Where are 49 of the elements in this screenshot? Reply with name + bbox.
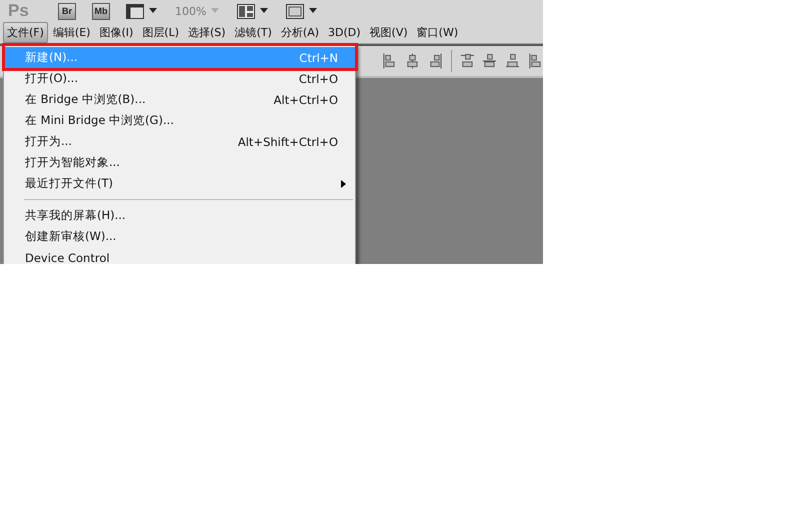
menu[interactable]: 视图(V) [366,22,412,43]
app-logo: Ps [8,1,30,21]
caret-icon [211,8,220,14]
menu-item[interactable]: 共享我的屏幕(H)... [4,205,355,226]
menu-item-label: 在 Bridge 中浏览(B)... [25,92,147,107]
menu[interactable]: 滤镜(T) [230,22,276,43]
menu[interactable]: 选择(S) [184,22,230,43]
menu-item-label: 在 Mini Bridge 中浏览(G)... [25,113,175,128]
menu[interactable]: 图像(I) [95,22,138,43]
menu-item[interactable]: 打开为... Alt+Shift+Ctrl+O [4,131,355,152]
menu[interactable]: 窗口(W) [412,22,462,43]
layout-icon[interactable] [237,4,256,18]
align-icon [460,52,474,70]
menu-item-label: 创建新审核(W)... [25,229,118,244]
menu[interactable]: 文件(F) [3,22,48,43]
menu[interactable]: 3D(D) [324,23,365,42]
menu-item-label: 打开为... [25,134,73,149]
menu-item[interactable]: 打开(O)... Ctrl+O [4,68,355,89]
shortcut-text: Ctrl+O [298,72,338,86]
align-icon [382,52,397,70]
menu-item[interactable]: 创建新审核(W)... [4,226,355,247]
film-icon[interactable] [126,4,144,18]
bridge-button[interactable]: Br [58,2,76,20]
align-icon [404,52,420,70]
menu-item[interactable]: Device Control [4,247,355,264]
menu-item-label: 打开为智能对象... [25,155,121,170]
shortcut-text: Ctrl+N [299,50,338,64]
menu-item-label: 新建(N)... [25,50,79,65]
align-icon [505,52,520,70]
align-icon [428,52,443,70]
menu-item-label: 共享我的屏幕(H)... [25,208,127,223]
caret-icon [149,8,157,14]
align-icon [482,52,498,70]
menu[interactable]: 分析(A) [276,22,324,43]
menu-item-label: Device Control [25,250,111,264]
shortcut-text: Alt+Ctrl+O [274,92,338,106]
menu-item[interactable]: 打开为智能对象... [4,152,355,173]
menu-item-label: 打开(O)... [25,71,79,86]
shortcut-text: Alt+Shift+Ctrl+O [238,134,338,148]
caret-icon [309,8,318,14]
menu-item-label: 最近打开文件(T) [25,176,114,191]
mini-bridge-button[interactable]: Mb [92,2,110,20]
caret-icon [260,8,268,14]
menu[interactable]: 图层(L) [138,22,184,43]
menu[interactable]: 编辑(E) [48,22,94,43]
menu-item[interactable]: 在 Bridge 中浏览(B)... Alt+Ctrl+O [4,89,355,110]
menu-item[interactable]: 最近打开文件(T) [4,173,355,194]
menu-item[interactable]: 在 Mini Bridge 中浏览(G)... [4,110,355,131]
screen-mode-icon[interactable] [286,4,304,18]
